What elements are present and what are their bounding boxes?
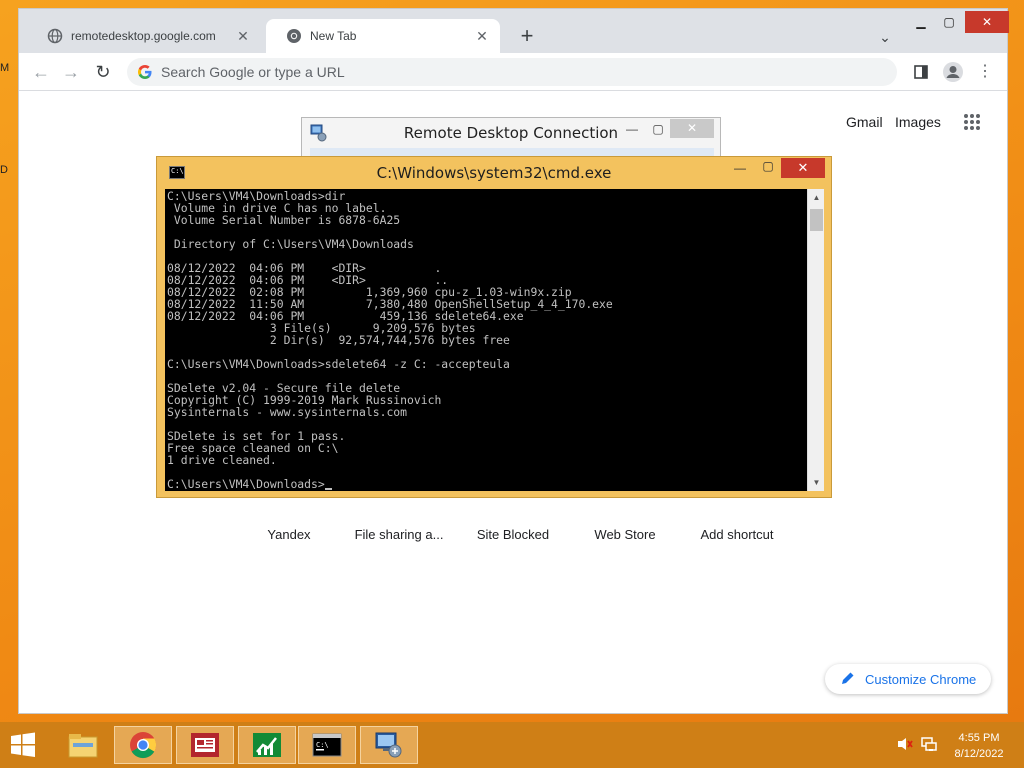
minimize-button[interactable]: ▁ (907, 11, 935, 33)
finance-app-icon (253, 733, 281, 757)
more-menu-icon[interactable]: ⋮ (973, 60, 997, 84)
taskbar-clock[interactable]: 4:55 PM 8/12/2022 (940, 730, 1018, 762)
side-panel-icon[interactable] (909, 60, 933, 84)
minimize-button[interactable]: — (727, 161, 753, 175)
clock-date: 8/12/2022 (954, 748, 1004, 760)
scroll-thumb[interactable] (810, 209, 823, 231)
network-icon[interactable] (920, 735, 938, 753)
close-tab-icon[interactable]: ✕ (235, 28, 251, 44)
taskbar-cmd[interactable]: C:\ (298, 726, 356, 764)
taskbar-finance-app[interactable] (238, 726, 296, 764)
console-line: 1 drive cleaned. (167, 453, 277, 467)
console-line: Volume Serial Number is 6878-6A25 (167, 213, 401, 227)
vertical-scrollbar[interactable]: ▲ ▼ (807, 189, 824, 491)
tab-title: remotedesktop.google.com (71, 29, 216, 43)
google-apps-icon[interactable] (963, 113, 981, 131)
minimize-button[interactable]: — (622, 122, 642, 136)
globe-icon (47, 28, 63, 44)
shortcut-site-blocked[interactable]: Site Blocked (463, 527, 563, 542)
tab-strip: remotedesktop.google.com ✕ New Tab ✕ + ⌄… (19, 9, 1009, 53)
gmail-link[interactable]: Gmail (846, 114, 883, 130)
profile-avatar-icon[interactable] (941, 60, 965, 84)
close-window-button[interactable]: ✕ (965, 11, 1009, 33)
desktop-icon-label-partial[interactable]: M (0, 62, 9, 74)
chevron-down-icon[interactable]: ⌄ (875, 27, 895, 47)
close-tab-icon[interactable]: ✕ (474, 28, 490, 44)
tab-new-tab[interactable]: New Tab ✕ (266, 19, 500, 53)
console-line: Sysinternals - www.sysinternals.com (167, 405, 408, 419)
tab-remotedesktop[interactable]: remotedesktop.google.com ✕ (27, 19, 261, 53)
desktop-icon-label-partial[interactable]: D (0, 164, 8, 176)
tab-title: New Tab (310, 29, 357, 43)
taskbar-chrome[interactable] (114, 726, 172, 764)
forward-arrow-icon[interactable]: → (59, 60, 83, 84)
svg-text:C:\: C:\ (316, 741, 329, 749)
close-window-button[interactable]: ✕ (781, 158, 825, 178)
cmd-titlebar[interactable]: C:\ C:\Windows\system32\cmd.exe — ▢ ✕ (157, 157, 831, 189)
scroll-down-arrow-icon[interactable]: ▼ (808, 474, 825, 491)
cmd-window[interactable]: C:\ C:\Windows\system32\cmd.exe — ▢ ✕ C:… (156, 156, 832, 498)
speaker-muted-icon[interactable] (896, 735, 914, 753)
console-line: Directory of C:\Users\VM4\Downloads (167, 237, 414, 251)
close-window-button[interactable]: ✕ (670, 119, 714, 138)
taskbar-file-explorer[interactable] (54, 726, 112, 764)
console-line: 2 Dir(s) 92,574,744,576 bytes free (167, 333, 510, 347)
taskbar: C:\ 4:55 PM 8/12/2022 (0, 722, 1024, 768)
windows-logo-icon (11, 732, 35, 757)
add-shortcut-button[interactable]: Add shortcut (687, 527, 787, 542)
shortcut-yandex[interactable]: Yandex (239, 527, 339, 542)
taskbar-news-app[interactable] (176, 726, 234, 764)
images-link[interactable]: Images (895, 114, 941, 130)
console-output[interactable]: C:\Users\VM4\Downloads>dir Volume in dri… (165, 189, 807, 491)
start-button[interactable] (8, 730, 40, 760)
shortcut-file-sharing[interactable]: File sharing a... (349, 527, 449, 542)
customize-chrome-button[interactable]: Customize Chrome (825, 664, 991, 694)
omnibox-input[interactable] (161, 64, 761, 80)
news-app-icon (191, 733, 219, 757)
text-cursor (324, 488, 332, 490)
scroll-up-arrow-icon[interactable]: ▲ (808, 189, 825, 206)
reload-icon[interactable]: ↻ (91, 60, 115, 84)
back-arrow-icon[interactable]: ← (29, 60, 53, 84)
clock-time: 4:55 PM (958, 732, 1000, 744)
chrome-icon (130, 732, 157, 759)
pencil-icon (841, 671, 855, 688)
omnibox[interactable] (127, 58, 897, 86)
maximize-button[interactable]: ▢ (935, 11, 963, 33)
console-text: C:\Users\VM4\Downloads>dir Volume in dri… (165, 189, 807, 490)
shortcut-web-store[interactable]: Web Store (575, 527, 675, 542)
google-icon (137, 64, 153, 80)
console-line: C:\Users\VM4\Downloads>sdelete64 -z C: -… (167, 357, 510, 371)
taskbar-remote-desktop[interactable] (360, 726, 418, 764)
chrome-icon (286, 28, 302, 44)
console-line: C:\Users\VM4\Downloads> (167, 477, 325, 491)
new-tab-button[interactable]: + (515, 25, 539, 49)
maximize-button[interactable]: ▢ (648, 122, 668, 136)
customize-chrome-label: Customize Chrome (865, 671, 977, 687)
browser-toolbar: ← → ↻ ⋮ (19, 53, 1007, 91)
maximize-button[interactable]: ▢ (755, 159, 781, 173)
file-explorer-icon (68, 734, 98, 758)
cmd-icon: C:\ (312, 733, 342, 757)
remote-desktop-icon (375, 732, 402, 758)
